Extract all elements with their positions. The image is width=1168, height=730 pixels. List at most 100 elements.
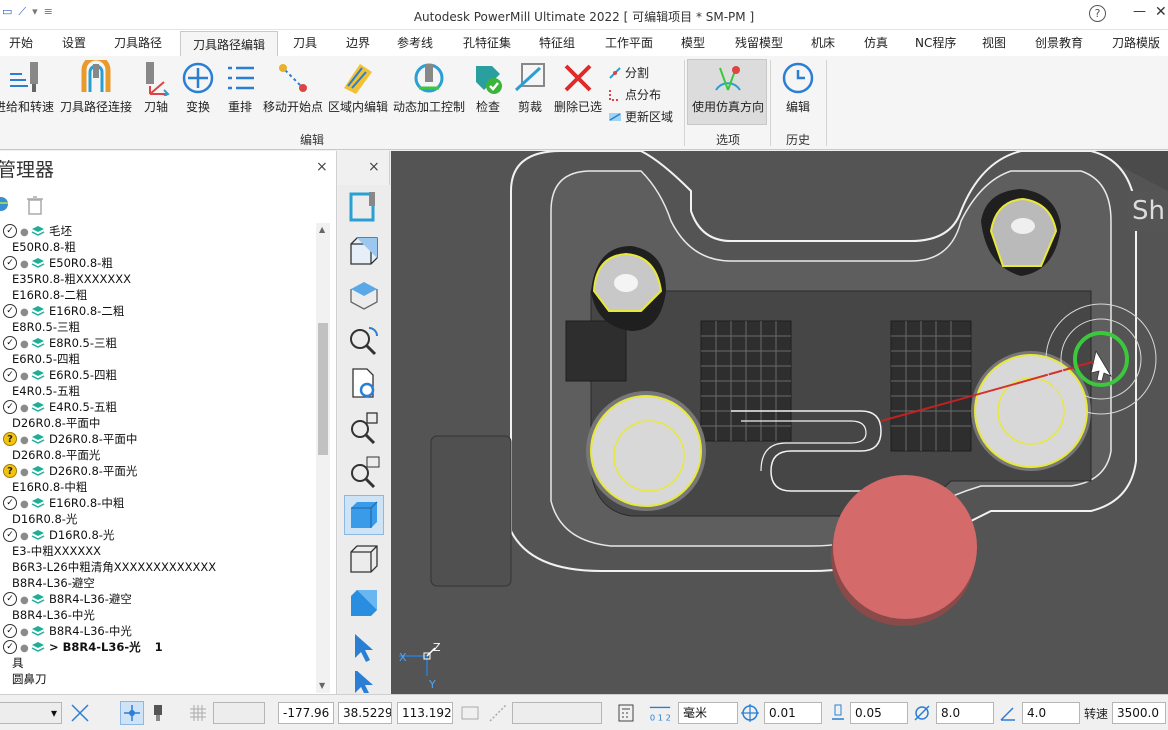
coord-x-field[interactable]: -177.96 (278, 702, 334, 724)
tree-label-row[interactable]: E16R0.8-二粗 (0, 287, 316, 303)
workplane-select[interactable]: ▾ (0, 702, 62, 724)
trash-icon[interactable] (26, 195, 44, 215)
feed-speed-button[interactable]: 进给和转速 (0, 60, 54, 115)
shaded-view-button[interactable] (344, 495, 384, 535)
tree-label-row[interactable]: B8R4-L36-避空 (0, 575, 316, 591)
close-button[interactable]: ✕ (1155, 4, 1167, 20)
split-button[interactable]: 分割 (608, 64, 649, 81)
tree-scroll-thumb[interactable] (318, 323, 328, 455)
tree-toolpath-row[interactable]: ✓ ● B8R4-L36-中光 (0, 623, 316, 639)
zoom-fit-button[interactable] (344, 407, 384, 447)
tree-toolpath-row[interactable]: ✓ ● E16R0.8-中粗 (0, 495, 316, 511)
zoom-refresh-button[interactable] (344, 319, 384, 359)
tab-model[interactable]: 模型 (681, 30, 705, 56)
tab-stock-model[interactable]: 残留模型 (735, 30, 783, 56)
tab-hole-feature[interactable]: 孔特征集 (463, 30, 511, 56)
wireframe-view-button[interactable] (344, 539, 384, 579)
sim-direction-button[interactable]: 使用仿真方向 (690, 60, 766, 115)
minimize-button[interactable]: — (1133, 4, 1146, 19)
tree-toolpath-row[interactable]: ✓ ● B8R4-L36-避空 (0, 591, 316, 607)
explorer-close-button[interactable]: × (316, 159, 328, 175)
tree-label-row[interactable]: D16R0.8-光 (0, 511, 316, 527)
coord-z-field[interactable]: 113.192 (397, 702, 453, 724)
point-dist-button[interactable]: 点分布 (608, 86, 661, 103)
thickness-field[interactable]: 0.05 (850, 702, 908, 724)
visibility-bulb-icon[interactable]: ● (20, 641, 29, 654)
tree-label-row[interactable]: E16R0.8-中粗 (0, 479, 316, 495)
tree-label-row[interactable]: B8R4-L36-中光 (0, 607, 316, 623)
tree-label-row[interactable]: E50R0.8-粗 (0, 239, 316, 255)
tab-tool[interactable]: 刀具 (293, 30, 317, 56)
rotate-button[interactable] (344, 671, 384, 693)
tolerance-field[interactable]: 0.01 (764, 702, 822, 724)
tree-toolpath-row[interactable]: ✓ ● 毛坯 (0, 223, 316, 239)
delete-selected-button[interactable]: 删除已选 (552, 60, 604, 115)
measure-icon[interactable] (486, 701, 510, 725)
units-field[interactable]: 毫米 (678, 702, 738, 724)
tree-toolpath-row[interactable]: ✓ ● E8R0.5-三粗 (0, 335, 316, 351)
tree-label-row[interactable]: B6R3-L26中粗清角XXXXXXXXXXXXX (0, 559, 316, 575)
move-start-button[interactable]: 移动开始点 (261, 60, 325, 115)
tab-nc-program[interactable]: NC程序 (915, 30, 956, 56)
tab-workplane[interactable]: 工作平面 (605, 30, 653, 56)
visibility-bulb-icon[interactable]: ● (20, 593, 29, 606)
tree-toolpath-row[interactable]: ? ● D26R0.8-平面光 (0, 463, 316, 479)
page-refresh-button[interactable] (344, 363, 384, 403)
visibility-bulb-icon[interactable]: ● (20, 433, 29, 446)
tree-label-row[interactable]: 圆鼻刀 (0, 671, 316, 687)
visibility-bulb-icon[interactable]: ● (20, 465, 29, 478)
tab-start[interactable]: 开始 (9, 30, 33, 56)
iso-view-button[interactable] (344, 231, 384, 271)
region-edit-button[interactable]: 区域内编辑 (328, 60, 388, 115)
angle-field[interactable]: 4.0 (1022, 702, 1080, 724)
tool-axis-button[interactable]: 刀轴 (138, 60, 174, 115)
history-edit-button[interactable]: 编辑 (778, 60, 818, 115)
grid-spacing-field[interactable] (213, 702, 265, 724)
snap-grid-icon[interactable] (120, 701, 144, 725)
calculator-icon[interactable] (614, 701, 638, 725)
snap-icon[interactable] (68, 701, 92, 725)
dynamic-control-button[interactable]: 动态加工控制 (392, 60, 466, 115)
visibility-bulb-icon[interactable]: ● (20, 369, 29, 382)
reorder-button[interactable]: 重排 (222, 60, 258, 115)
scroll-down-icon[interactable]: ▼ (319, 681, 325, 690)
visibility-bulb-icon[interactable]: ● (20, 337, 29, 350)
tab-setup[interactable]: 设置 (62, 30, 86, 56)
tree-label-row[interactable]: D26R0.8-平面光 (0, 447, 316, 463)
visibility-bulb-icon[interactable]: ● (20, 497, 29, 510)
toolpath-link-button[interactable]: 刀具路径连接 (60, 60, 132, 115)
tree-toolpath-row[interactable]: ✓ ● > B8R4-L36-光 1 (0, 639, 316, 655)
tab-toolpath-edit[interactable]: 刀具路径编辑 (180, 31, 279, 57)
tab-boundary[interactable]: 边界 (346, 30, 370, 56)
clip-button[interactable]: 剪裁 (512, 60, 548, 115)
toolpath-view-button[interactable] (344, 187, 384, 227)
visibility-bulb-icon[interactable]: ● (20, 625, 29, 638)
update-region-button[interactable]: 更新区域 (608, 108, 673, 125)
coord-mode-icon[interactable] (458, 701, 482, 725)
tree-scrollbar[interactable]: ▲ ▼ (316, 223, 330, 693)
check-button[interactable]: 检查 (470, 60, 506, 115)
spindle-field[interactable]: 3500.0 (1112, 702, 1166, 724)
tab-toolpaths[interactable]: 刀具路径 (114, 30, 162, 56)
tab-education[interactable]: 创景教育 (1035, 30, 1083, 56)
tree-label-row[interactable]: D26R0.8-平面中 (0, 415, 316, 431)
visibility-bulb-icon[interactable]: ● (20, 225, 29, 238)
tree-toolpath-row[interactable]: ✓ ● D16R0.8-光 (0, 527, 316, 543)
zoom-box-button[interactable] (344, 451, 384, 491)
tree-label-row[interactable]: E3-中粗XXXXXX (0, 543, 316, 559)
visibility-bulb-icon[interactable]: ● (20, 257, 29, 270)
tree-label-row[interactable]: E6R0.5-四粗 (0, 351, 316, 367)
visibility-bulb-icon[interactable]: ● (20, 401, 29, 414)
stock-view-button[interactable] (344, 583, 384, 623)
tab-view[interactable]: 视图 (982, 30, 1006, 56)
select-button[interactable] (344, 627, 384, 667)
transform-button[interactable]: 变换 (180, 60, 216, 115)
top-view-button[interactable] (344, 275, 384, 315)
tree-label-row[interactable]: 具 (0, 655, 316, 671)
tree-toolpath-row[interactable]: ✓ ● E50R0.8-粗 (0, 255, 316, 271)
tree-toolpath-row[interactable]: ? ● D26R0.8-平面中 (0, 431, 316, 447)
tree-label-row[interactable]: E35R0.8-粗XXXXXXX (0, 271, 316, 287)
tree-toolpath-row[interactable]: ✓ ● E6R0.5-四粗 (0, 367, 316, 383)
tree-toolpath-row[interactable]: ✓ ● E16R0.8-二粗 (0, 303, 316, 319)
grid-icon[interactable] (186, 701, 210, 725)
